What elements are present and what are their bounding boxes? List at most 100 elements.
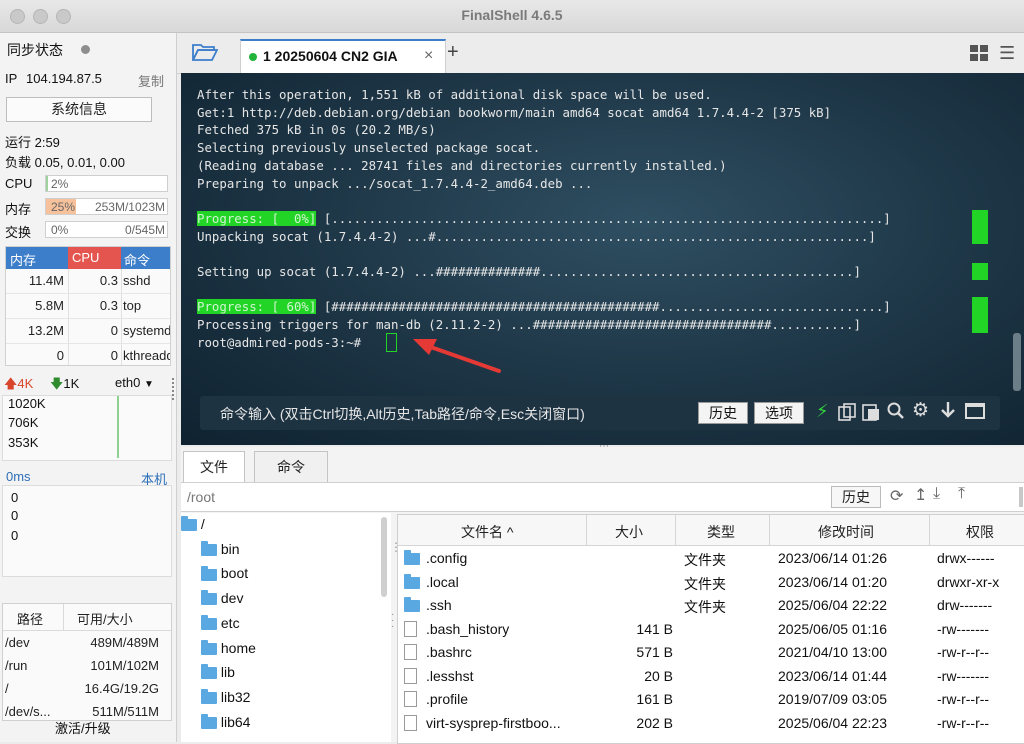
file-row[interactable]: .ssh 文件夹 2025/06/04 22:22 drw------- [398, 593, 1024, 617]
tree-item[interactable]: etc [201, 615, 240, 639]
file-perm: -rw-r--r-- [937, 691, 990, 707]
col-type-header[interactable]: 类型 [707, 522, 735, 542]
refresh-icon[interactable]: ⟳ [890, 486, 903, 506]
activate-upgrade-link[interactable]: 激活/升级 [55, 718, 111, 737]
splitter-handle[interactable] [172, 378, 177, 400]
search-icon[interactable] [887, 402, 905, 423]
options-button[interactable]: 选项 [754, 402, 804, 424]
disk-row[interactable]: /run 101M/102M [3, 654, 171, 677]
col-mem-header[interactable]: 内存 [10, 250, 36, 269]
command-input-hint[interactable]: 命令输入 (双击Ctrl切换,Alt历史,Tab路径/命令,Esc关闭窗口) [220, 404, 585, 424]
file-table-left-edge-icon: ⋮ [390, 540, 402, 554]
tree-item-label: lib64 [220, 713, 251, 730]
latency-scale-1: 0 [11, 490, 19, 505]
lightning-icon[interactable]: ⚡ [816, 401, 829, 422]
maximize-icon[interactable] [965, 403, 985, 422]
file-row[interactable]: .local 文件夹 2023/06/14 01:20 drwxr-xr-x [398, 570, 1024, 594]
file-name: .lesshst [426, 667, 474, 684]
tree-item[interactable]: lib [201, 664, 235, 688]
file-size: 202 B [636, 714, 673, 731]
process-row[interactable]: 11.4M 0.3 sshd [6, 269, 170, 294]
tree-item[interactable]: home [201, 640, 256, 664]
path-input[interactable]: /root [187, 489, 215, 505]
tree-item[interactable]: lib64 [201, 714, 250, 738]
add-tab-button[interactable]: + [447, 41, 459, 64]
tree-item[interactable]: lib32 [201, 689, 250, 713]
disk-usage: 511M/511M [92, 704, 159, 719]
file-row[interactable]: .lesshst 20 B 2023/06/14 01:44 -rw------- [398, 664, 1024, 688]
col-size-header[interactable]: 大小 [615, 522, 643, 542]
tree-scrollbar[interactable] [381, 517, 387, 597]
folder-icon [404, 597, 420, 613]
grid-view-icon[interactable] [970, 45, 988, 64]
download-icon[interactable]: ⤓ [933, 485, 940, 503]
arrow-down-icon[interactable] [940, 401, 956, 422]
folder-icon [201, 565, 217, 581]
tree-item-label: / [200, 516, 205, 532]
tree-root[interactable]: / [181, 516, 205, 540]
close-tab-icon[interactable]: × [424, 47, 433, 65]
col-cmd-header[interactable]: 命令 [124, 250, 150, 269]
terminal-line: Selecting previously unselected package … [197, 140, 541, 155]
red-arrow-annotation [413, 339, 501, 373]
file-icon [404, 644, 417, 661]
command-input-bar[interactable]: 命令输入 (双击Ctrl切换,Alt历史,Tab路径/命令,Esc关闭窗口) 历… [200, 396, 1000, 430]
file-row[interactable]: virt-sysprep-firstboo... 202 B 2025/06/04 … [398, 711, 1024, 735]
col-filename-header[interactable]: 文件名 ^ [461, 522, 513, 542]
col-cpu-header[interactable]: CPU [68, 247, 121, 269]
process-row[interactable]: 13.2M 0 systemd [6, 319, 170, 344]
file-icon-wrap [404, 549, 420, 566]
file-row[interactable]: .bashrc 571 B 2021/04/10 13:00 -rw-r--r-- [398, 640, 1024, 664]
copy-ip-button[interactable]: 复制 [138, 71, 164, 90]
process-cmd: sshd [123, 273, 151, 288]
col-path-header[interactable]: 路径 [17, 609, 43, 628]
file-history-button[interactable]: 历史 [831, 486, 881, 508]
process-row[interactable]: 0 0 kthreadd [6, 344, 170, 365]
paste-icon[interactable] [862, 403, 880, 424]
tree-item[interactable]: dev [201, 590, 243, 614]
gear-icon[interactable]: ⚙ [912, 399, 929, 422]
history-button[interactable]: 历史 [698, 402, 748, 424]
cpu-bar-fill [46, 176, 49, 191]
tree-item-label: etc [220, 614, 240, 631]
terminal-line: Unpacking socat (1.7.4.4-2) ...#........… [197, 229, 876, 244]
connected-status-icon [249, 53, 257, 61]
upload-arrow-icon: 🡅 [4, 376, 18, 391]
disk-path: / [5, 681, 9, 696]
file-row[interactable]: .profile 161 B 2019/07/09 03:05 -rw-r--r-- [398, 687, 1024, 711]
tab-commands[interactable]: 命令 [254, 451, 328, 483]
session-tab-active[interactable]: 1 20250604 CN2 GIA × [240, 39, 446, 75]
splitter-handle[interactable]: · · · [391, 610, 394, 632]
system-info-button[interactable]: 系统信息 [6, 97, 152, 122]
col-perm-header[interactable]: 权限 [966, 522, 994, 542]
sync-status-label: 同步状态 [7, 42, 63, 58]
file-icon-wrap [404, 620, 417, 637]
process-row[interactable]: 5.8M 0.3 top [6, 294, 170, 319]
menu-icon[interactable]: ☰ [999, 43, 1015, 64]
file-row[interactable]: .bash_history 141 B 2025/06/05 01:16 -rw---… [398, 617, 1024, 641]
tree-item[interactable]: boot [201, 565, 248, 589]
parent-dir-icon[interactable]: ↥ [914, 485, 927, 505]
net-iface-select[interactable]: eth0 ▼ [115, 375, 154, 390]
copy-icon[interactable] [838, 403, 856, 424]
open-folder-icon[interactable] [191, 42, 219, 65]
terminal-scrollbar[interactable] [1013, 333, 1021, 391]
folder-icon [201, 689, 217, 705]
process-cpu: 0.3 [99, 273, 118, 288]
resize-handle[interactable]: ⋯ [599, 441, 609, 452]
disk-row[interactable]: / 16.4G/19.2G [3, 677, 171, 700]
col-usage-header[interactable]: 可用/大小 [77, 609, 133, 628]
file-row[interactable]: .config 文件夹 2023/06/14 01:26 drwx------ [398, 546, 1024, 570]
terminal[interactable]: After this operation, 1,551 kB of additi… [181, 73, 1024, 445]
disk-row[interactable]: /dev 489M/489M [3, 631, 171, 654]
file-icon [404, 620, 417, 637]
tab-files[interactable]: 文件 [183, 451, 245, 482]
upload-icon[interactable]: ⤒ [958, 485, 965, 503]
mem-value: 253M/1023M [94, 200, 165, 214]
folder-icon [201, 664, 217, 680]
load-text: 负载 0.05, 0.01, 0.00 [5, 155, 125, 170]
path-bar-scrollbar[interactable] [1019, 487, 1023, 507]
tree-item[interactable]: bin [201, 541, 240, 565]
progress-bar-text: [.......................................… [316, 211, 891, 226]
col-mtime-header[interactable]: 修改时间 [818, 522, 874, 542]
